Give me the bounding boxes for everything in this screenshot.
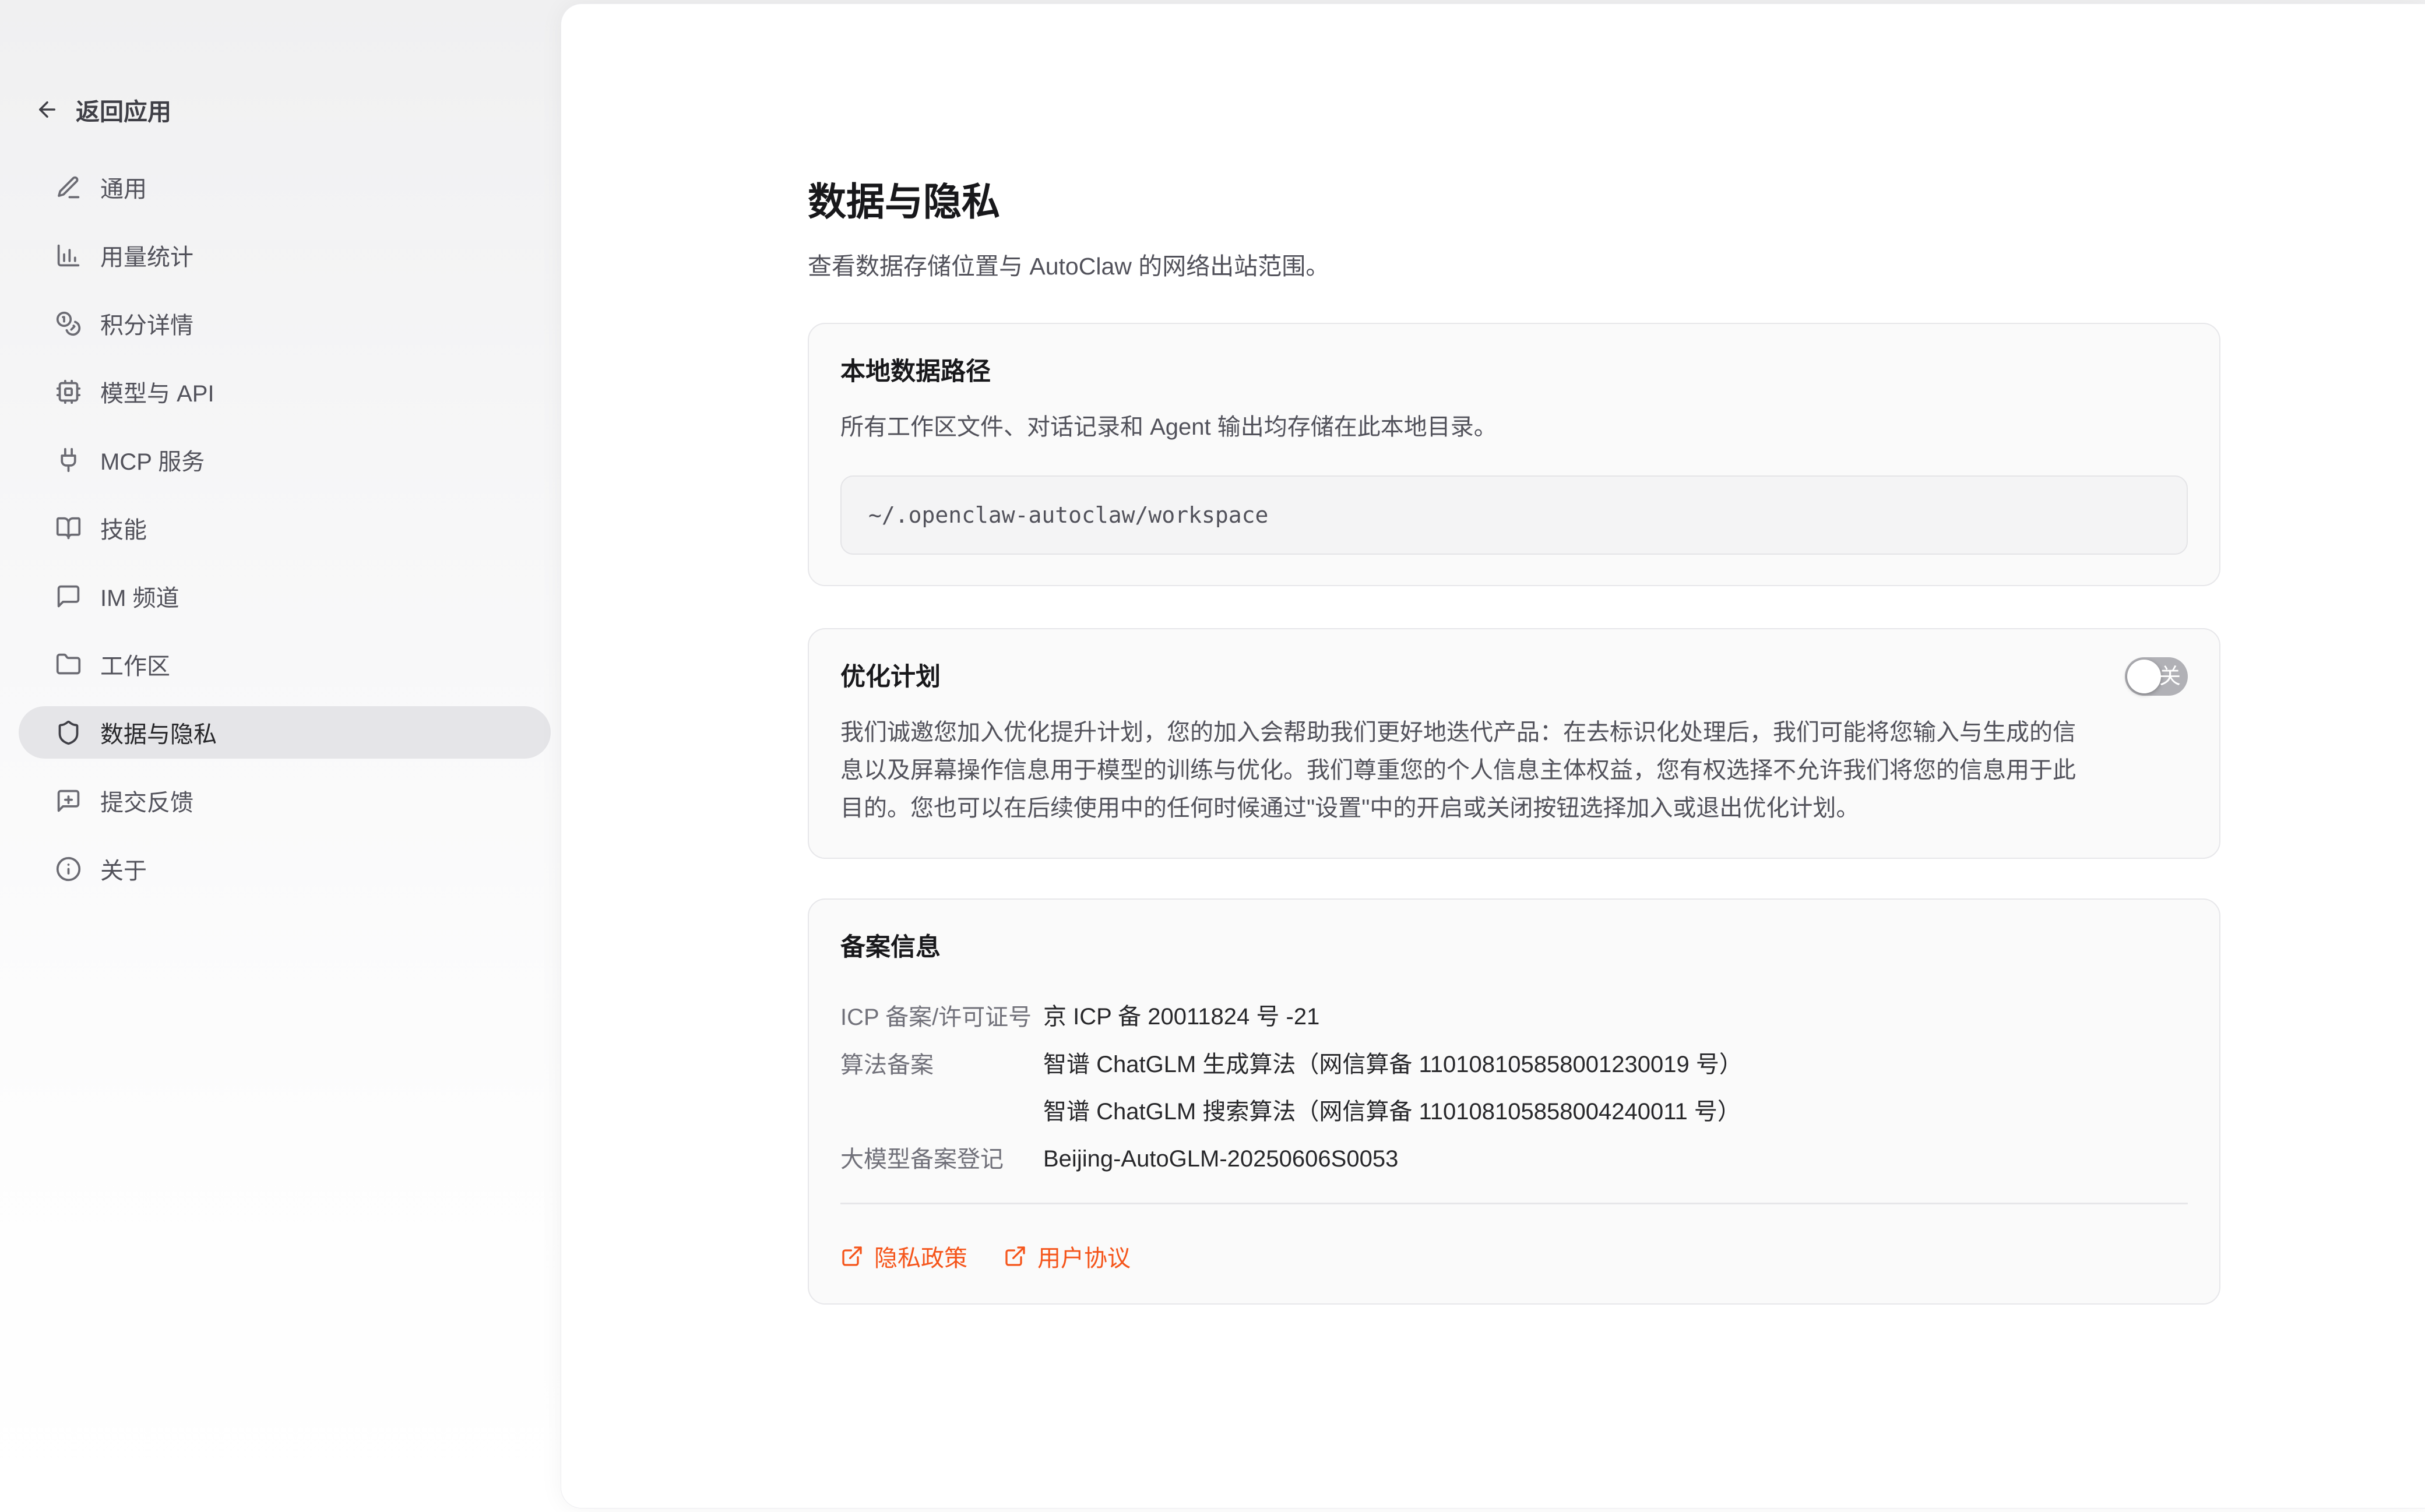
sidebar-item-data-privacy[interactable]: 数据与隐私 — [19, 706, 551, 759]
sidebar-item-feedback[interactable]: 提交反馈 — [19, 774, 551, 827]
settings-content: 数据与隐私 查看数据存储位置与 AutoClaw 的网络出站范围。 本地数据路径… — [808, 4, 2220, 1305]
sidebar-item-about[interactable]: 关于 — [19, 843, 551, 895]
info-icon — [55, 856, 82, 882]
pencil-icon — [55, 174, 82, 200]
folder-icon — [55, 651, 82, 678]
sidebar: 返回应用 通用 用量统计 积分详情 模型与 API MCP 服务 — [0, 0, 569, 1512]
settings-window: 返回应用 通用 用量统计 积分详情 模型与 API MCP 服务 — [0, 0, 2425, 1512]
filing-row-algorithm: 算法备案 智谱 ChatGLM 生成算法（网信算备 11010810585800… — [840, 1053, 2188, 1123]
filing-row-value: Beijing-AutoGLM-20250606S0053 — [1043, 1147, 1398, 1171]
book-open-icon — [55, 515, 82, 541]
sidebar-item-label: 数据与隐私 — [100, 716, 217, 749]
sidebar-item-credits[interactable]: 积分详情 — [19, 297, 551, 350]
optimization-plan-title: 优化计划 — [840, 663, 2188, 692]
filing-row-label: 大模型备案登记 — [840, 1147, 1043, 1171]
sidebar-item-label: 工作区 — [100, 647, 170, 681]
sidebar-item-im-channels[interactable]: IM 频道 — [19, 570, 551, 622]
external-link-icon — [1004, 1245, 1027, 1268]
sidebar-item-mcp-services[interactable]: MCP 服务 — [19, 433, 551, 486]
user-agreement-label: 用户协议 — [1037, 1239, 1131, 1273]
coins-icon — [55, 311, 82, 337]
optimization-plan-toggle[interactable]: 关 — [2125, 657, 2188, 696]
shield-icon — [55, 720, 82, 746]
arrow-left-icon — [35, 97, 59, 122]
filing-row-value: 京 ICP 备 20011824 号 -21 — [1043, 1005, 1319, 1028]
filing-info-card: 备案信息 ICP 备案/许可证号 京 ICP 备 20011824 号 -21 … — [808, 898, 2220, 1305]
page-title: 数据与隐私 — [808, 180, 2220, 224]
optimization-plan-description: 我们诚邀您加入优化提升计划，您的加入会帮助我们更好地迭代产品：在去标识化处理后，… — [840, 714, 2079, 827]
sidebar-item-label: 通用 — [100, 170, 147, 204]
sidebar-item-label: MCP 服务 — [100, 443, 205, 477]
local-data-path-field[interactable]: ~/.openclaw-autoclaw/workspace — [840, 475, 2188, 555]
sidebar-item-skills[interactable]: 技能 — [19, 502, 551, 554]
sidebar-item-usage-stats[interactable]: 用量统计 — [19, 229, 551, 281]
back-to-app-label: 返回应用 — [76, 92, 171, 127]
toggle-knob — [2127, 660, 2161, 693]
filing-row-label: ICP 备案/许可证号 — [840, 1005, 1043, 1029]
sidebar-item-workspace[interactable]: 工作区 — [19, 638, 551, 690]
optimization-plan-card: 优化计划 关 我们诚邀您加入优化提升计划，您的加入会帮助我们更好地迭代产品：在去… — [808, 628, 2220, 859]
divider — [840, 1203, 2188, 1204]
legal-links: 隐私政策 用户协议 — [840, 1239, 2188, 1273]
local-data-path-card: 本地数据路径 所有工作区文件、对话记录和 Agent 输出均存储在此本地目录。 … — [808, 323, 2220, 586]
filing-info-title: 备案信息 — [840, 933, 2188, 962]
filing-rows: ICP 备案/许可证号 京 ICP 备 20011824 号 -21 算法备案 … — [840, 1005, 2188, 1171]
page-subtitle: 查看数据存储位置与 AutoClaw 的网络出站范围。 — [808, 252, 2220, 281]
cpu-icon — [55, 379, 82, 405]
back-to-app-button[interactable]: 返回应用 — [19, 92, 551, 127]
sidebar-item-label: IM 频道 — [100, 579, 180, 613]
message-square-icon — [55, 583, 82, 609]
privacy-policy-link[interactable]: 隐私政策 — [840, 1239, 967, 1273]
user-agreement-link[interactable]: 用户协议 — [1004, 1239, 1131, 1273]
sidebar-item-label: 积分详情 — [100, 306, 193, 340]
external-link-icon — [840, 1245, 864, 1268]
local-data-path-title: 本地数据路径 — [840, 358, 2188, 386]
sidebar-item-label: 模型与 API — [100, 375, 214, 408]
sidebar-item-label: 关于 — [100, 852, 147, 886]
bar-chart-icon — [55, 242, 82, 269]
privacy-policy-label: 隐私政策 — [874, 1239, 967, 1273]
plug-icon — [55, 447, 82, 473]
main-panel: 数据与隐私 查看数据存储位置与 AutoClaw 的网络出站范围。 本地数据路径… — [561, 3, 2425, 1509]
filing-row-label: 算法备案 — [840, 1053, 1043, 1123]
sidebar-item-general[interactable]: 通用 — [19, 161, 551, 213]
message-square-plus-icon — [55, 788, 82, 814]
sidebar-item-label: 提交反馈 — [100, 784, 193, 817]
local-data-path-description: 所有工作区文件、对话记录和 Agent 输出均存储在此本地目录。 — [840, 413, 2188, 442]
sidebar-nav: 通用 用量统计 积分详情 模型与 API MCP 服务 技能 — [19, 161, 551, 895]
filing-row-value: 智谱 ChatGLM 生成算法（网信算备 1101081058580012300… — [1043, 1053, 1743, 1076]
filing-row-llm-registration: 大模型备案登记 Beijing-AutoGLM-20250606S0053 — [840, 1147, 2188, 1171]
filing-row-icp: ICP 备案/许可证号 京 ICP 备 20011824 号 -21 — [840, 1005, 2188, 1029]
sidebar-item-models-api[interactable]: 模型与 API — [19, 365, 551, 418]
filing-row-value: 智谱 ChatGLM 搜索算法（网信算备 1101081058580042400… — [1043, 1100, 1743, 1123]
sidebar-item-label: 用量统计 — [100, 238, 193, 272]
sidebar-item-label: 技能 — [100, 511, 147, 545]
toggle-state-label: 关 — [2159, 665, 2181, 686]
